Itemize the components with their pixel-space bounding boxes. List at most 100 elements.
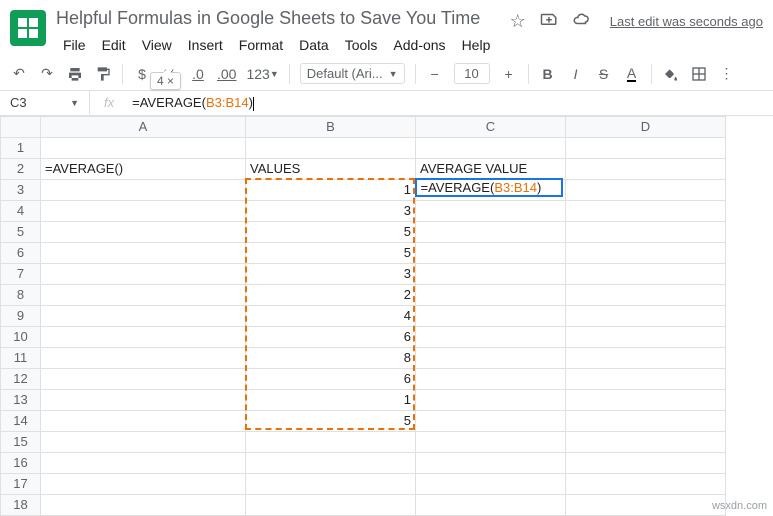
column-header-A[interactable]: A	[41, 116, 246, 137]
menu-insert[interactable]: Insert	[181, 33, 230, 57]
column-header-D[interactable]: D	[566, 116, 726, 137]
cell-C16[interactable]	[416, 452, 566, 473]
redo-icon[interactable]: ↷	[38, 64, 56, 84]
formula-bar-input[interactable]: =AVERAGE(B3:B14)	[128, 91, 773, 115]
cell-D6[interactable]	[566, 242, 726, 263]
cell-A3[interactable]	[41, 179, 246, 200]
decrease-decimal-icon[interactable]: .0	[189, 64, 207, 84]
cell-D10[interactable]	[566, 326, 726, 347]
cell-C7[interactable]	[416, 263, 566, 284]
menu-file[interactable]: File	[56, 33, 93, 57]
row-header-9[interactable]: 9	[1, 305, 41, 326]
cell-A6[interactable]	[41, 242, 246, 263]
move-icon[interactable]	[540, 10, 558, 33]
row-header-1[interactable]: 1	[1, 137, 41, 158]
bold-icon[interactable]: B	[539, 64, 557, 84]
cell-C3[interactable]	[416, 179, 566, 200]
cell-B10[interactable]: 6	[246, 326, 416, 347]
cell-D1[interactable]	[566, 137, 726, 158]
cell-B8[interactable]: 2	[246, 284, 416, 305]
font-size-input[interactable]: 10	[454, 63, 490, 84]
cell-D15[interactable]	[566, 431, 726, 452]
cell-B17[interactable]	[246, 473, 416, 494]
row-header-3[interactable]: 3	[1, 179, 41, 200]
sheets-logo[interactable]	[10, 10, 46, 46]
cell-A17[interactable]	[41, 473, 246, 494]
menu-format[interactable]: Format	[232, 33, 290, 57]
cell-D12[interactable]	[566, 368, 726, 389]
italic-icon[interactable]: I	[567, 64, 585, 84]
cell-B12[interactable]: 6	[246, 368, 416, 389]
cell-C15[interactable]	[416, 431, 566, 452]
spreadsheet-grid[interactable]: ABCD12=AVERAGE()VALUESAVERAGE VALUE31435…	[0, 116, 773, 516]
cell-A9[interactable]	[41, 305, 246, 326]
cell-A10[interactable]	[41, 326, 246, 347]
cell-D18[interactable]	[566, 494, 726, 515]
row-header-13[interactable]: 13	[1, 389, 41, 410]
cell-B1[interactable]	[246, 137, 416, 158]
borders-icon[interactable]	[690, 64, 708, 84]
cell-D5[interactable]	[566, 221, 726, 242]
cell-D3[interactable]	[566, 179, 726, 200]
menu-view[interactable]: View	[135, 33, 179, 57]
more-formats-icon[interactable]: 123▼	[246, 64, 278, 84]
row-header-7[interactable]: 7	[1, 263, 41, 284]
cell-B18[interactable]	[246, 494, 416, 515]
increase-decimal-icon[interactable]: .00	[217, 64, 236, 84]
cell-D17[interactable]	[566, 473, 726, 494]
cell-B3[interactable]: 1	[246, 179, 416, 200]
cell-A4[interactable]	[41, 200, 246, 221]
currency-icon[interactable]: $	[133, 64, 151, 84]
cell-B2[interactable]: VALUES	[246, 158, 416, 179]
text-color-icon[interactable]: A	[623, 64, 641, 84]
cell-B5[interactable]: 5	[246, 221, 416, 242]
cell-D4[interactable]	[566, 200, 726, 221]
menu-tools[interactable]: Tools	[338, 33, 385, 57]
cell-C4[interactable]	[416, 200, 566, 221]
cell-C8[interactable]	[416, 284, 566, 305]
row-header-5[interactable]: 5	[1, 221, 41, 242]
row-header-4[interactable]: 4	[1, 200, 41, 221]
menu-addons[interactable]: Add-ons	[386, 33, 452, 57]
cell-A7[interactable]	[41, 263, 246, 284]
cell-C17[interactable]	[416, 473, 566, 494]
menu-edit[interactable]: Edit	[95, 33, 133, 57]
cell-C6[interactable]	[416, 242, 566, 263]
cell-A1[interactable]	[41, 137, 246, 158]
undo-icon[interactable]: ↶	[10, 64, 28, 84]
cell-B14[interactable]: 5	[246, 410, 416, 431]
font-size-increase[interactable]: +	[500, 64, 518, 84]
row-header-2[interactable]: 2	[1, 158, 41, 179]
row-header-17[interactable]: 17	[1, 473, 41, 494]
row-header-8[interactable]: 8	[1, 284, 41, 305]
cell-C14[interactable]	[416, 410, 566, 431]
row-header-18[interactable]: 18	[1, 494, 41, 515]
row-header-10[interactable]: 10	[1, 326, 41, 347]
row-header-6[interactable]: 6	[1, 242, 41, 263]
cell-C5[interactable]	[416, 221, 566, 242]
cell-A11[interactable]	[41, 347, 246, 368]
row-header-16[interactable]: 16	[1, 452, 41, 473]
cell-B16[interactable]	[246, 452, 416, 473]
name-box[interactable]: C3▼	[0, 91, 90, 114]
cell-A16[interactable]	[41, 452, 246, 473]
cell-B13[interactable]: 1	[246, 389, 416, 410]
cell-B9[interactable]: 4	[246, 305, 416, 326]
cloud-icon[interactable]	[572, 10, 590, 33]
cell-C10[interactable]	[416, 326, 566, 347]
fill-color-icon[interactable]	[662, 64, 680, 84]
cell-D9[interactable]	[566, 305, 726, 326]
menu-data[interactable]: Data	[292, 33, 336, 57]
cell-C11[interactable]	[416, 347, 566, 368]
cell-A5[interactable]	[41, 221, 246, 242]
cell-D11[interactable]	[566, 347, 726, 368]
cell-B6[interactable]: 5	[246, 242, 416, 263]
toolbar-overflow-icon[interactable]: ⋮	[718, 64, 736, 84]
cell-A15[interactable]	[41, 431, 246, 452]
font-selector[interactable]: Default (Ari...▼	[300, 63, 405, 84]
cell-A14[interactable]	[41, 410, 246, 431]
cell-A2[interactable]: =AVERAGE()	[41, 158, 246, 179]
document-title[interactable]: Helpful Formulas in Google Sheets to Sav…	[56, 6, 500, 33]
cell-D8[interactable]	[566, 284, 726, 305]
cell-A13[interactable]	[41, 389, 246, 410]
